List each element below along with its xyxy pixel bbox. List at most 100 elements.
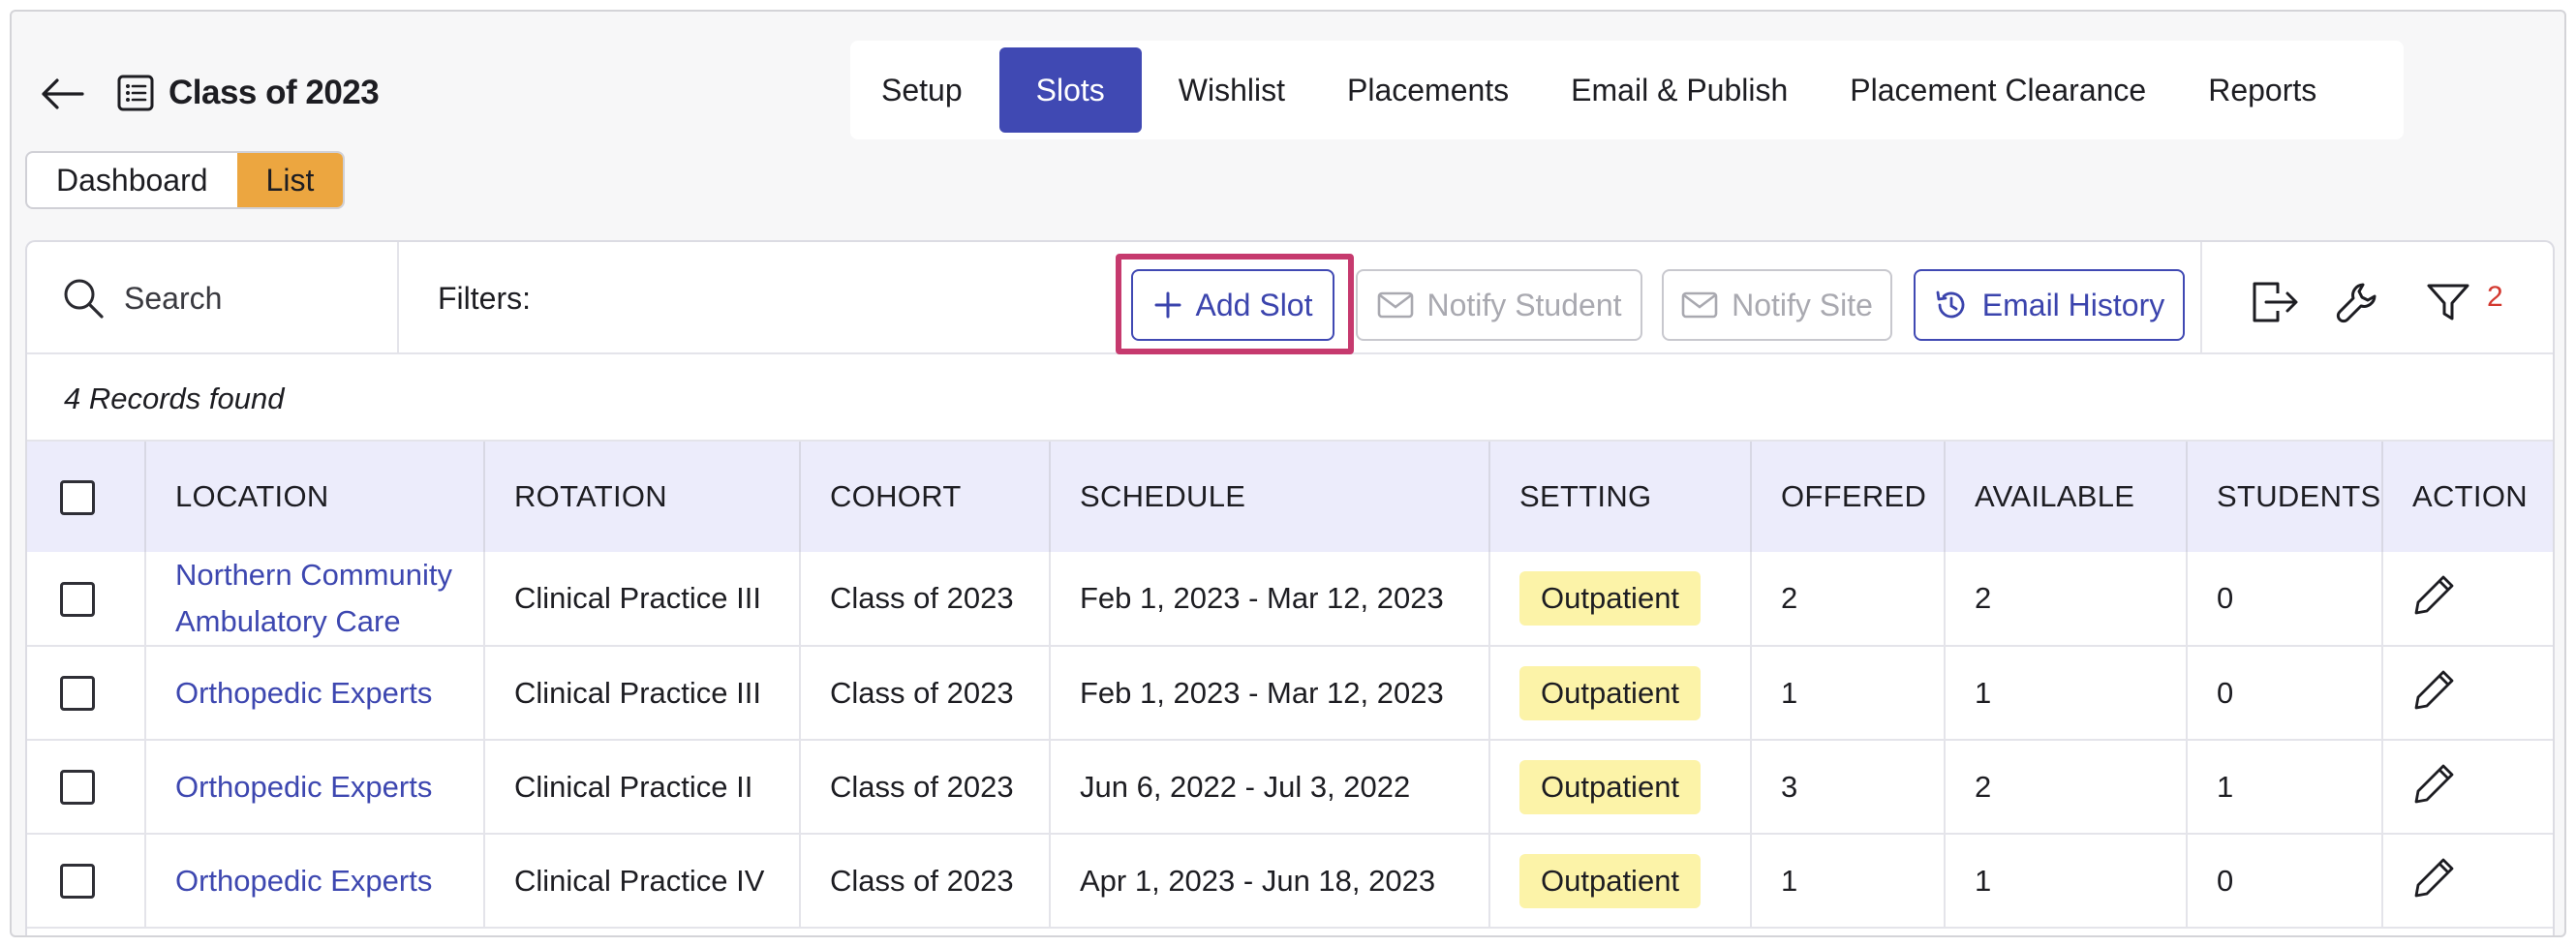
add-slot-label: Add Slot <box>1195 287 1313 322</box>
setting-badge: Outpatient <box>1519 759 1702 814</box>
main-tabs: Setup Slots Wishlist Placements Email & … <box>850 41 2404 139</box>
column-header-offered[interactable]: OFFERED <box>1751 442 1946 552</box>
tab-wishlist[interactable]: Wishlist <box>1153 47 1310 133</box>
column-header-setting[interactable]: SETTING <box>1489 442 1752 552</box>
plus-icon <box>1153 290 1182 320</box>
tab-reports[interactable]: Reports <box>2183 47 2342 133</box>
setting-cell: Outpatient <box>1489 834 1752 929</box>
search-input[interactable]: Search <box>27 242 399 354</box>
location-link[interactable]: Orthopedic Experts <box>175 670 483 717</box>
location-cell: Orthopedic Experts <box>145 740 485 835</box>
available-cell: 2 <box>1945 552 2188 647</box>
students-cell: 0 <box>2187 834 2383 929</box>
tab-setup[interactable]: Setup <box>856 47 988 133</box>
schedule-cell: Apr 1, 2023 - Jun 18, 2023 <box>1050 834 1490 929</box>
rotation-cell: Clinical Practice III <box>484 552 801 647</box>
table-row: Orthopedic Experts Clinical Practice IV … <box>27 834 2553 929</box>
cohort-cell: Class of 2023 <box>800 834 1051 929</box>
table-row: Orthopedic Experts Clinical Practice II … <box>27 740 2553 835</box>
app-frame: Class of 2023 Setup Slots Wishlist Place… <box>10 10 2566 937</box>
row-checkbox[interactable] <box>27 740 146 835</box>
cohort-cell: Class of 2023 <box>800 740 1051 835</box>
tab-placement-clearance[interactable]: Placement Clearance <box>1825 47 2171 133</box>
schedule-cell: Feb 1, 2023 - Mar 12, 2023 <box>1050 552 1490 647</box>
column-header-students[interactable]: STUDENTS P <box>2187 442 2383 552</box>
wrench-icon[interactable] <box>2328 273 2386 331</box>
column-header-schedule[interactable]: SCHEDULE <box>1050 442 1490 552</box>
history-icon <box>1934 288 1969 322</box>
row-checkbox[interactable] <box>27 646 146 741</box>
setting-cell: Outpatient <box>1489 646 1752 741</box>
setting-badge: Outpatient <box>1519 665 1702 720</box>
table-row: Orthopedic Experts Clinical Practice III… <box>27 646 2553 741</box>
email-history-label: Email History <box>1981 287 2165 322</box>
action-cell <box>2382 552 2553 647</box>
toolbar-divider <box>2200 242 2202 354</box>
action-cell <box>2382 646 2553 741</box>
notify-student-button[interactable]: Notify Student <box>1356 269 1642 341</box>
available-cell: 1 <box>1945 646 2188 741</box>
notify-student-label: Notify Student <box>1426 287 1622 322</box>
setting-badge: Outpatient <box>1519 853 1702 908</box>
rotation-cell: Clinical Practice III <box>484 646 801 741</box>
filter-count-badge: 2 <box>2487 281 2503 313</box>
action-cell <box>2382 834 2553 929</box>
tab-slots[interactable]: Slots <box>998 47 1142 133</box>
notify-site-button[interactable]: Notify Site <box>1662 269 1892 341</box>
students-cell: 0 <box>2187 646 2383 741</box>
table-row: Northern Community Ambulatory Care Clini… <box>27 552 2553 647</box>
column-header-action: ACTION <box>2412 479 2528 513</box>
offered-cell: 3 <box>1751 740 1946 835</box>
dashboard-view-button[interactable]: Dashboard <box>27 153 237 207</box>
view-toggle: Dashboard List <box>25 151 346 209</box>
list-icon <box>114 72 157 114</box>
tab-placements[interactable]: Placements <box>1322 47 1534 133</box>
column-header-location[interactable]: LOCATION <box>145 442 485 552</box>
select-all-checkbox[interactable] <box>27 442 146 552</box>
back-arrow-icon[interactable] <box>37 70 87 118</box>
export-icon[interactable] <box>2245 273 2303 331</box>
cohort-cell: Class of 2023 <box>800 552 1051 647</box>
search-icon <box>62 277 105 320</box>
location-cell: Orthopedic Experts <box>145 646 485 741</box>
location-link[interactable]: Northern Community Ambulatory Care <box>175 552 483 645</box>
rotation-cell: Clinical Practice IV <box>484 834 801 929</box>
mail-icon <box>1681 291 1718 319</box>
available-cell: 1 <box>1945 834 2188 929</box>
edit-pencil-icon[interactable] <box>2412 667 2457 712</box>
slots-card: Search Filters: Add Slot Notify Student … <box>25 240 2555 935</box>
add-slot-button[interactable]: Add Slot <box>1131 269 1334 341</box>
location-link[interactable]: Orthopedic Experts <box>175 858 483 904</box>
column-header-cohort[interactable]: COHORT <box>800 442 1051 552</box>
search-placeholder: Search <box>124 280 223 316</box>
row-checkbox[interactable] <box>27 552 146 647</box>
action-cell <box>2382 740 2553 835</box>
edit-pencil-icon[interactable] <box>2412 855 2457 900</box>
records-found-text: 4 Records found <box>27 356 2553 442</box>
cohort-cell: Class of 2023 <box>800 646 1051 741</box>
slots-table: LOCATION ROTATION COHORT SCHEDULE SETTIN… <box>27 442 2553 929</box>
mail-icon <box>1377 291 1414 319</box>
location-link[interactable]: Orthopedic Experts <box>175 764 483 810</box>
rotation-cell: Clinical Practice II <box>484 740 801 835</box>
row-checkbox[interactable] <box>27 834 146 929</box>
filter-icon[interactable] <box>2419 273 2477 331</box>
filters-label: Filters: <box>438 281 531 316</box>
offered-cell: 1 <box>1751 646 1946 741</box>
location-cell: Northern Community Ambulatory Care <box>145 552 485 647</box>
tab-email-publish[interactable]: Email & Publish <box>1546 47 1813 133</box>
available-cell: 2 <box>1945 740 2188 835</box>
edit-pencil-icon[interactable] <box>2412 761 2457 806</box>
location-cell: Orthopedic Experts <box>145 834 485 929</box>
notify-site-label: Notify Site <box>1732 287 1873 322</box>
setting-badge: Outpatient <box>1519 571 1702 626</box>
column-header-rotation[interactable]: ROTATION <box>484 442 801 552</box>
schedule-cell: Jun 6, 2022 - Jul 3, 2022 <box>1050 740 1490 835</box>
edit-pencil-icon[interactable] <box>2412 572 2457 617</box>
offered-cell: 2 <box>1751 552 1946 647</box>
table-header-row: LOCATION ROTATION COHORT SCHEDULE SETTIN… <box>27 442 2553 552</box>
column-header-available[interactable]: AVAILABLE <box>1945 442 2188 552</box>
email-history-button[interactable]: Email History <box>1914 269 2185 341</box>
students-cell: 0 <box>2187 552 2383 647</box>
list-view-button[interactable]: List <box>236 153 344 207</box>
